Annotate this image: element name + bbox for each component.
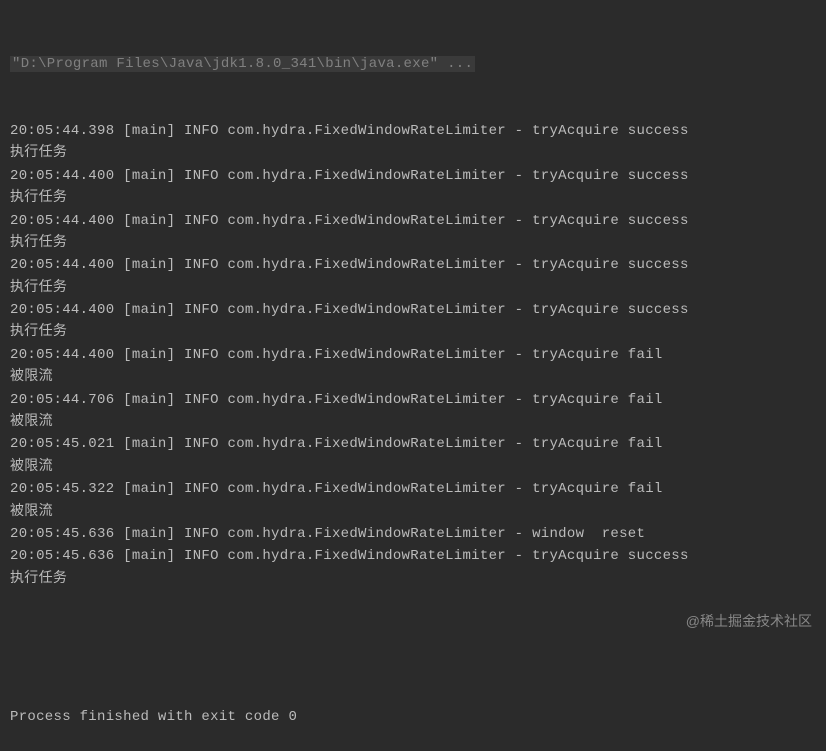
task-output-line: 执行任务 <box>10 142 816 164</box>
watermark: @稀土掘金技术社区 <box>686 610 812 632</box>
log-line: 20:05:44.400 [main] INFO com.hydra.Fixed… <box>10 254 816 276</box>
task-output-line: 执行任务 <box>10 187 816 209</box>
log-line: 20:05:45.636 [main] INFO com.hydra.Fixed… <box>10 523 816 545</box>
log-line: 20:05:44.400 [main] INFO com.hydra.Fixed… <box>10 165 816 187</box>
task-output-line: 执行任务 <box>10 321 816 343</box>
log-line: 20:05:44.400 [main] INFO com.hydra.Fixed… <box>10 344 816 366</box>
task-output-line: 执行任务 <box>10 277 816 299</box>
log-lines-container: 20:05:44.398 [main] INFO com.hydra.Fixed… <box>10 120 816 590</box>
empty-line <box>10 635 816 657</box>
task-output-line: 被限流 <box>10 366 816 388</box>
process-exit-line: Process finished with exit code 0 <box>10 706 816 728</box>
task-output-line: 被限流 <box>10 456 816 478</box>
log-line: 20:05:45.322 [main] INFO com.hydra.Fixed… <box>10 478 816 500</box>
log-line: 20:05:44.398 [main] INFO com.hydra.Fixed… <box>10 120 816 142</box>
command-line: "D:\Program Files\Java\jdk1.8.0_341\bin\… <box>10 53 816 75</box>
log-line: 20:05:44.400 [main] INFO com.hydra.Fixed… <box>10 299 816 321</box>
task-output-line: 执行任务 <box>10 232 816 254</box>
task-output-line: 被限流 <box>10 411 816 433</box>
log-line: 20:05:45.636 [main] INFO com.hydra.Fixed… <box>10 545 816 567</box>
task-output-line: 被限流 <box>10 501 816 523</box>
task-output-line: 执行任务 <box>10 568 816 590</box>
java-command: "D:\Program Files\Java\jdk1.8.0_341\bin\… <box>10 56 475 72</box>
log-line: 20:05:44.400 [main] INFO com.hydra.Fixed… <box>10 210 816 232</box>
log-line: 20:05:44.706 [main] INFO com.hydra.Fixed… <box>10 389 816 411</box>
console-output: "D:\Program Files\Java\jdk1.8.0_341\bin\… <box>10 8 816 751</box>
log-line: 20:05:45.021 [main] INFO com.hydra.Fixed… <box>10 433 816 455</box>
